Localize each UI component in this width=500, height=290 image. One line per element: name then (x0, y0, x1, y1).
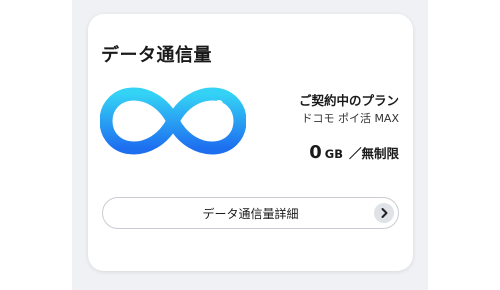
infinity-icon (99, 84, 247, 158)
detail-button-label: データ通信量詳細 (202, 207, 299, 221)
usage-limit: ／無制限 (348, 146, 399, 161)
chevron-right-icon (374, 203, 394, 223)
usage-unit: GB (324, 147, 343, 161)
usage-value: 0 (309, 142, 322, 163)
plan-label: ご契約中のプラン (298, 93, 399, 108)
card-title: データ通信量 (101, 45, 212, 66)
data-usage-detail-button[interactable]: データ通信量詳細 (102, 197, 399, 229)
plan-name: ドコモ ポイ活 MAX (301, 112, 399, 125)
data-usage-card: データ通信量 ご契約中のプラン ドコモ ポイ活 MAX 0 GB ／無制限 データ通… (88, 14, 413, 271)
data-usage-amount: 0 GB ／無制限 (309, 142, 399, 163)
